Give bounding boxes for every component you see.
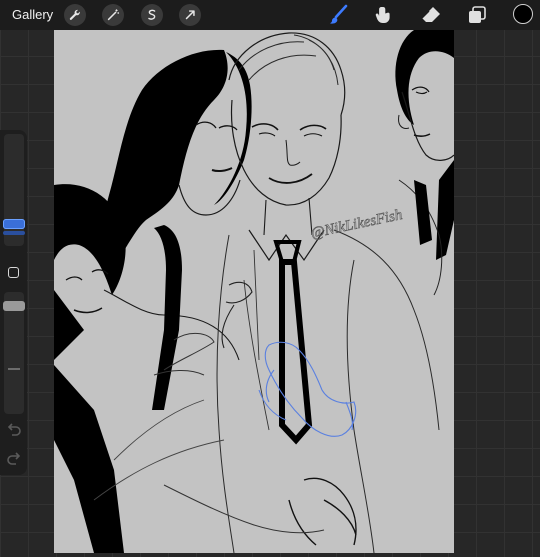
redo-icon[interactable] xyxy=(6,452,22,466)
artist-watermark: @NikLikesFish xyxy=(310,207,404,242)
magic-wand-icon[interactable] xyxy=(102,4,124,26)
brush-size-slider[interactable] xyxy=(4,134,24,246)
eraser-icon[interactable] xyxy=(418,3,444,27)
top-toolbar: Gallery xyxy=(0,0,540,30)
opacity-thumb[interactable] xyxy=(3,301,25,311)
brush-size-thumb[interactable] xyxy=(3,219,25,229)
gallery-button[interactable]: Gallery xyxy=(12,7,53,22)
transform-arrow-icon[interactable] xyxy=(179,4,201,26)
brush-size-thumb-shadow xyxy=(3,231,25,235)
wrench-icon[interactable] xyxy=(64,4,86,26)
right-woman-hair xyxy=(395,30,454,125)
layers-icon[interactable] xyxy=(464,3,490,27)
current-color-swatch[interactable] xyxy=(513,4,533,24)
opacity-tick xyxy=(8,368,20,370)
modify-button[interactable] xyxy=(8,267,19,278)
undo-icon[interactable] xyxy=(6,423,22,437)
drawing-canvas[interactable]: @NikLikesFish xyxy=(54,30,454,553)
brush-icon[interactable] xyxy=(325,3,351,27)
smudge-icon[interactable] xyxy=(370,3,396,27)
left-sidebar xyxy=(0,130,27,475)
artwork-sketch: @NikLikesFish xyxy=(54,30,454,553)
selection-icon[interactable] xyxy=(141,4,163,26)
